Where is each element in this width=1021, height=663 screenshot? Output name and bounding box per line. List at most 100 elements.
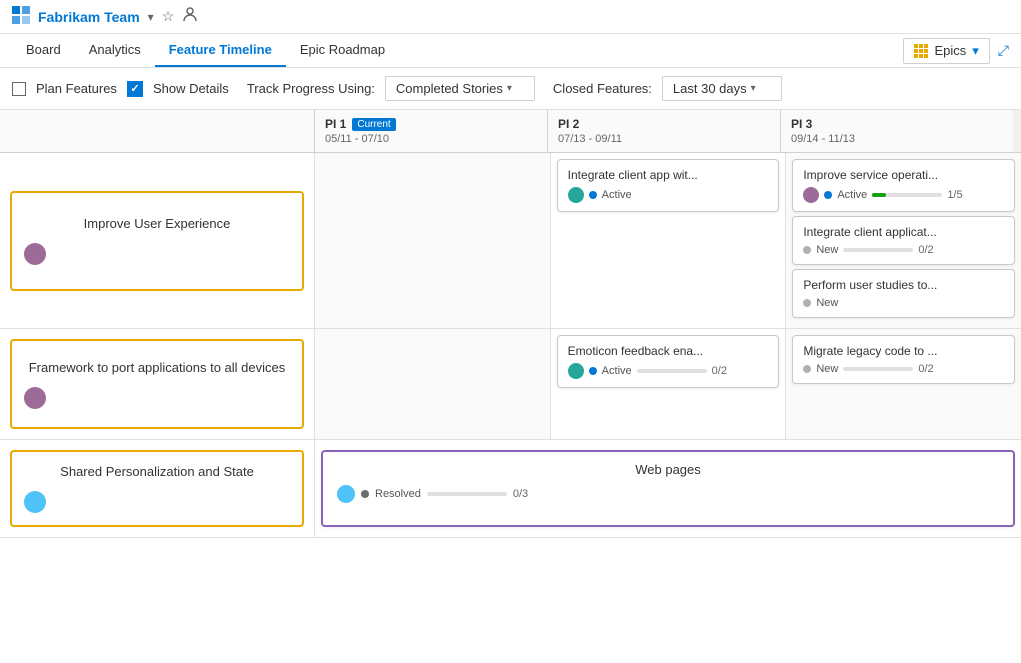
card-title: Emoticon feedback ena... bbox=[568, 344, 769, 358]
row2-pi1-cell bbox=[315, 329, 551, 439]
star-icon[interactable]: ☆ bbox=[162, 8, 175, 25]
closed-label: Closed Features: bbox=[553, 81, 652, 96]
card-meta: New 0/2 bbox=[803, 244, 1004, 256]
epic-avatar-shared bbox=[24, 491, 46, 513]
pi1-label: PI 1 bbox=[325, 117, 346, 131]
card-meta: New bbox=[803, 297, 1004, 309]
progress-bar bbox=[843, 367, 913, 371]
progress-count: 0/2 bbox=[712, 365, 727, 377]
plan-features-label: Plan Features bbox=[36, 81, 117, 96]
epic-improve-ux: Improve User Experience bbox=[0, 153, 315, 328]
progress-bar bbox=[427, 492, 507, 496]
progress-bar bbox=[872, 193, 942, 197]
epics-dropdown-icon: ▾ bbox=[972, 43, 979, 59]
epic-card-improve-ux: Improve User Experience bbox=[10, 191, 304, 291]
epics-grid-icon bbox=[914, 44, 928, 58]
avatar bbox=[568, 187, 584, 203]
card-perform-user-studies[interactable]: Perform user studies to... New bbox=[792, 269, 1015, 318]
status-label: Resolved bbox=[375, 488, 421, 500]
show-details-checkbox[interactable] bbox=[127, 81, 143, 97]
pi2-label: PI 2 bbox=[558, 117, 770, 131]
card-web-pages[interactable]: Web pages Resolved 0/3 bbox=[321, 450, 1015, 527]
status-label: New bbox=[816, 363, 838, 375]
pi2-dates: 07/13 - 09/11 bbox=[558, 133, 770, 145]
tab-analytics[interactable]: Analytics bbox=[75, 34, 155, 67]
main-area: PI 1 Current 05/11 - 07/10 PI 2 07/13 - … bbox=[0, 110, 1021, 647]
closed-dropdown[interactable]: Last 30 days ▾ bbox=[662, 76, 782, 101]
progress-dropdown[interactable]: Completed Stories ▾ bbox=[385, 76, 535, 101]
epic-card-framework: Framework to port applications to all de… bbox=[10, 339, 304, 429]
card-title: Migrate legacy code to ... bbox=[803, 344, 1004, 358]
team-name[interactable]: Fabrikam Team bbox=[38, 9, 140, 25]
progress-bar bbox=[637, 369, 707, 373]
toolbar: Plan Features Show Details Track Progres… bbox=[0, 68, 1021, 110]
row2-cells: Emoticon feedback ena... Active 0/2 Migr… bbox=[315, 329, 1021, 439]
closed-dropdown-arrow: ▾ bbox=[751, 83, 756, 94]
card-migrate-legacy[interactable]: Migrate legacy code to ... New 0/2 bbox=[792, 335, 1015, 384]
card-improve-service[interactable]: Improve service operati... Active 1/5 bbox=[792, 159, 1015, 212]
row1-pi1-cell bbox=[315, 153, 551, 328]
nav-tabs: Board Analytics Feature Timeline Epic Ro… bbox=[0, 34, 1021, 68]
epics-label: Epics bbox=[934, 43, 966, 58]
pi1-badge: Current bbox=[352, 118, 395, 131]
row3-cells: Web pages Resolved 0/3 bbox=[315, 440, 1021, 537]
row-improve-ux: Improve User Experience Integrate client… bbox=[0, 153, 1021, 329]
progress-dropdown-arrow: ▾ bbox=[507, 83, 512, 94]
row-shared-personalization: Shared Personalization and State Web pag… bbox=[0, 440, 1021, 538]
top-bar: Fabrikam Team ▾ ☆ bbox=[0, 0, 1021, 34]
card-meta: Active 1/5 bbox=[803, 187, 1004, 203]
epic-card-shared-personalization: Shared Personalization and State bbox=[10, 450, 304, 527]
timeline-content[interactable]: Improve User Experience Integrate client… bbox=[0, 153, 1021, 647]
expand-icon[interactable]: ⤢ bbox=[998, 42, 1009, 59]
progress-count: 0/2 bbox=[918, 363, 933, 375]
epic-title-framework: Framework to port applications to all de… bbox=[29, 360, 286, 375]
progress-count: 0/2 bbox=[918, 244, 933, 256]
pi1-header: PI 1 Current 05/11 - 07/10 bbox=[315, 110, 548, 152]
tab-board[interactable]: Board bbox=[12, 34, 75, 67]
pi2-header: PI 2 07/13 - 09/11 bbox=[548, 110, 781, 152]
status-dot bbox=[589, 367, 597, 375]
pi3-label: PI 3 bbox=[791, 117, 1003, 131]
epic-header-spacer bbox=[0, 110, 315, 152]
row1-pi3-cell: Improve service operati... Active 1/5 bbox=[786, 153, 1021, 328]
epic-title-shared: Shared Personalization and State bbox=[60, 464, 254, 479]
app-icon bbox=[12, 6, 30, 27]
card-meta: Active 0/2 bbox=[568, 363, 769, 379]
status-label: Active bbox=[602, 365, 632, 377]
pi1-dates: 05/11 - 07/10 bbox=[325, 133, 537, 145]
epic-avatar-improve-ux bbox=[24, 243, 46, 265]
card-title: Integrate client app wit... bbox=[568, 168, 769, 182]
row2-pi2-cell: Emoticon feedback ena... Active 0/2 bbox=[551, 329, 787, 439]
epic-avatar-framework bbox=[24, 387, 46, 409]
epic-framework: Framework to port applications to all de… bbox=[0, 329, 315, 439]
progress-count: 0/3 bbox=[513, 488, 528, 500]
avatar bbox=[337, 485, 355, 503]
track-label: Track Progress Using: bbox=[247, 81, 375, 96]
epics-button[interactable]: Epics ▾ bbox=[903, 38, 989, 64]
pi-headers: PI 1 Current 05/11 - 07/10 PI 2 07/13 - … bbox=[315, 110, 1021, 152]
epic-title-improve-ux: Improve User Experience bbox=[84, 216, 231, 231]
status-dot-active bbox=[589, 191, 597, 199]
status-dot bbox=[803, 365, 811, 373]
user-icon[interactable] bbox=[182, 7, 198, 26]
progress-bar bbox=[843, 248, 913, 252]
status-dot bbox=[361, 490, 369, 498]
card-integrate-client-app[interactable]: Integrate client applicat... New 0/2 bbox=[792, 216, 1015, 265]
timeline-header: PI 1 Current 05/11 - 07/10 PI 2 07/13 - … bbox=[0, 110, 1021, 153]
avatar bbox=[568, 363, 584, 379]
card-meta: Active bbox=[568, 187, 769, 203]
plan-features-checkbox[interactable] bbox=[12, 82, 26, 96]
pi3-header: PI 3 09/14 - 11/13 bbox=[781, 110, 1013, 152]
tab-epic-roadmap[interactable]: Epic Roadmap bbox=[286, 34, 399, 67]
card-integrate-client[interactable]: Integrate client app wit... Active bbox=[557, 159, 780, 212]
tab-feature-timeline[interactable]: Feature Timeline bbox=[155, 34, 286, 67]
avatar bbox=[803, 187, 819, 203]
web-pages-meta: Resolved 0/3 bbox=[337, 485, 999, 503]
status-dot bbox=[824, 191, 832, 199]
status-label: New bbox=[816, 297, 838, 309]
status-label: New bbox=[816, 244, 838, 256]
card-emoticon[interactable]: Emoticon feedback ena... Active 0/2 bbox=[557, 335, 780, 388]
dropdown-icon[interactable]: ▾ bbox=[148, 10, 154, 24]
show-details-label: Show Details bbox=[153, 81, 229, 96]
progress-count: 1/5 bbox=[947, 189, 962, 201]
